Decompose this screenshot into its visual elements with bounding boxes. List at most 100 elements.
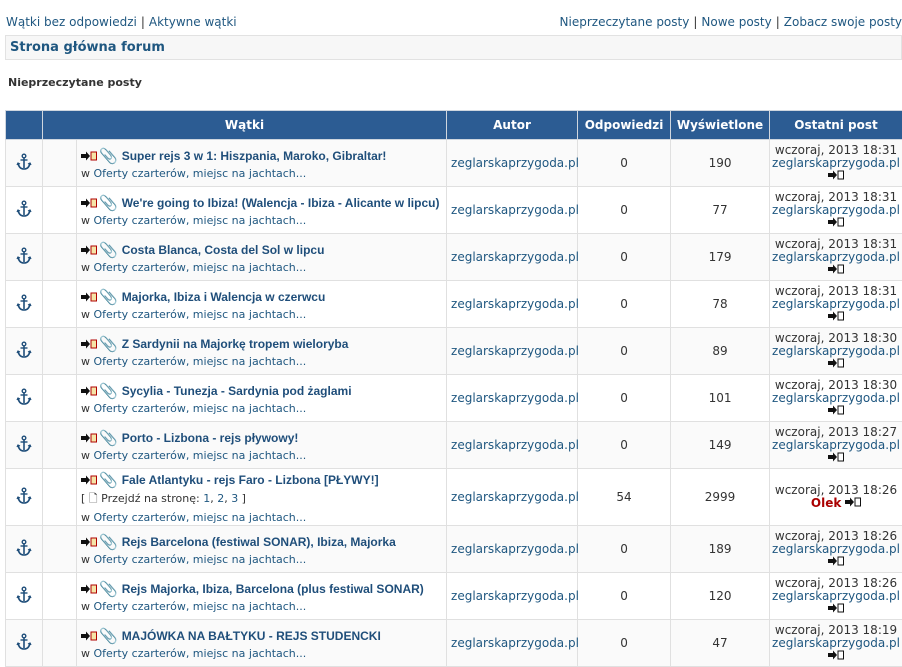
last-post-user-link[interactable]: zeglarskaprzygoda.pl xyxy=(772,438,900,452)
page-link[interactable]: 2 xyxy=(217,492,224,505)
author-link[interactable]: zeglarskaprzygoda.pl xyxy=(451,203,579,217)
topic-title-link[interactable]: Rejs Barcelona (festiwal SONAR), Ibiza, … xyxy=(122,535,396,549)
topic-title-link[interactable]: Fale Atlantyku - rejs Faro - Lizbona [PŁ… xyxy=(122,473,379,487)
view-latest-post-icon[interactable] xyxy=(828,650,844,663)
last-post-user-line: zeglarskaprzygoda.pl xyxy=(770,590,902,603)
last-post-user-link[interactable]: zeglarskaprzygoda.pl xyxy=(772,203,900,217)
forum-link[interactable]: Oferty czarterów, miejsc na jachtach... xyxy=(94,355,307,368)
view-latest-post-icon[interactable] xyxy=(845,497,861,510)
author-link[interactable]: zeglarskaprzygoda.pl xyxy=(451,542,579,556)
last-post-user-link[interactable]: zeglarskaprzygoda.pl xyxy=(772,542,900,556)
new-post-icon[interactable] xyxy=(81,631,97,641)
view-latest-post-icon[interactable] xyxy=(828,264,844,277)
new-post-icon[interactable] xyxy=(81,198,97,208)
author-link[interactable]: zeglarskaprzygoda.pl xyxy=(451,490,579,504)
view-latest-post-icon[interactable] xyxy=(828,603,844,616)
view-latest-post-icon[interactable] xyxy=(828,311,844,324)
last-post-user-link[interactable]: zeglarskaprzygoda.pl xyxy=(772,391,900,405)
new-posts-link[interactable]: Nowe posty xyxy=(701,15,771,29)
topic-icon-cell xyxy=(43,375,77,422)
new-post-icon[interactable] xyxy=(81,292,97,302)
page-link[interactable]: 1 xyxy=(203,492,210,505)
new-post-icon[interactable] xyxy=(81,245,97,255)
forum-link[interactable]: Oferty czarterów, miejsc na jachtach... xyxy=(94,402,307,415)
replies-cell: 0 xyxy=(578,620,671,667)
topic-cell: 📎 Rejs Majorka, Ibiza, Barcelona (plus f… xyxy=(77,573,447,620)
topic-title-link[interactable]: Super rejs 3 w 1: Hiszpania, Maroko, Gib… xyxy=(122,149,387,163)
topic-icon-cell xyxy=(43,234,77,281)
forum-link[interactable]: Oferty czarterów, miejsc na jachtach... xyxy=(94,308,307,321)
topic-title-link[interactable]: Majorka, Ibiza i Walencja w czerwcu xyxy=(122,290,326,304)
unread-posts-link[interactable]: Nieprzeczytane posty xyxy=(560,15,690,29)
page-title: Nieprzeczytane posty xyxy=(8,76,142,89)
author-link[interactable]: zeglarskaprzygoda.pl xyxy=(451,636,579,650)
topic-title-line: 📎 Porto - Lizbona - rejs pływowy! xyxy=(81,429,446,447)
topic-cell: 📎 Rejs Barcelona (festiwal SONAR), Ibiza… xyxy=(77,526,447,573)
active-topics-link[interactable]: Aktywne wątki xyxy=(149,15,237,29)
topic-title-link[interactable]: Rejs Majorka, Ibiza, Barcelona (plus fes… xyxy=(122,582,424,596)
forum-link[interactable]: Oferty czarterów, miejsc na jachtach... xyxy=(94,647,307,660)
last-post-user-link[interactable]: zeglarskaprzygoda.pl xyxy=(772,250,900,264)
new-post-icon[interactable] xyxy=(81,537,97,547)
last-post-user-link[interactable]: zeglarskaprzygoda.pl xyxy=(772,589,900,603)
last-post-user-link[interactable]: zeglarskaprzygoda.pl xyxy=(772,297,900,311)
replies-cell: 0 xyxy=(578,573,671,620)
forum-index-link[interactable]: Strona główna forum xyxy=(10,40,165,55)
author-cell: zeglarskaprzygoda.pl xyxy=(447,526,578,573)
author-link[interactable]: zeglarskaprzygoda.pl xyxy=(451,250,579,264)
new-post-icon[interactable] xyxy=(81,151,97,161)
view-latest-post-icon[interactable] xyxy=(828,452,844,465)
replies-cell: 0 xyxy=(578,187,671,234)
paperclip-icon: 📎 xyxy=(99,582,118,596)
new-post-icon[interactable] xyxy=(81,339,97,349)
topnav-right: Nieprzeczytane posty|Nowe posty|Zobacz s… xyxy=(560,15,902,29)
author-link[interactable]: zeglarskaprzygoda.pl xyxy=(451,589,579,603)
topic-title-link[interactable]: Costa Blanca, Costa del Sol w lipcu xyxy=(122,243,325,257)
view-latest-post-icon[interactable] xyxy=(828,358,844,371)
own-posts-link[interactable]: Zobacz swoje posty xyxy=(784,15,902,29)
author-link[interactable]: zeglarskaprzygoda.pl xyxy=(451,156,579,170)
last-post-user-link[interactable]: zeglarskaprzygoda.pl xyxy=(772,156,900,170)
views-cell: 2999 xyxy=(671,469,770,526)
author-link[interactable]: zeglarskaprzygoda.pl xyxy=(451,297,579,311)
topic-title-line: 📎 Majorka, Ibiza i Walencja w czerwcu xyxy=(81,288,446,306)
views-cell: 189 xyxy=(671,526,770,573)
forum-link[interactable]: Oferty czarterów, miejsc na jachtach... xyxy=(94,511,307,524)
new-post-icon[interactable] xyxy=(81,584,97,594)
forum-link[interactable]: Oferty czarterów, miejsc na jachtach... xyxy=(94,214,307,227)
page-link[interactable]: 3 xyxy=(231,492,238,505)
new-post-icon[interactable] xyxy=(81,386,97,396)
topic-title-link[interactable]: MAJÓWKA NA BAŁTYKU - REJS STUDENCKI xyxy=(122,629,381,643)
view-latest-post-icon[interactable] xyxy=(828,217,844,230)
last-post-user-link[interactable]: zeglarskaprzygoda.pl xyxy=(772,636,900,650)
topic-icon-cell xyxy=(43,140,77,187)
forum-link[interactable]: Oferty czarterów, miejsc na jachtach... xyxy=(94,553,307,566)
forum-prefix: w xyxy=(81,308,90,321)
author-link[interactable]: zeglarskaprzygoda.pl xyxy=(451,391,579,405)
forum-link[interactable]: Oferty czarterów, miejsc na jachtach... xyxy=(94,600,307,613)
topic-status-cell xyxy=(6,469,43,526)
forum-link[interactable]: Oferty czarterów, miejsc na jachtach... xyxy=(94,449,307,462)
new-post-icon[interactable] xyxy=(81,475,97,485)
topic-title-link[interactable]: Z Sardynii na Majorkę tropem wieloryba xyxy=(122,337,349,351)
author-link[interactable]: zeglarskaprzygoda.pl xyxy=(451,344,579,358)
last-post-user-link[interactable]: Olek xyxy=(811,496,841,510)
paperclip-icon: 📎 xyxy=(99,473,118,487)
anchor-icon xyxy=(15,633,33,651)
new-post-icon[interactable] xyxy=(81,433,97,443)
topic-title-link[interactable]: Porto - Lizbona - rejs pływowy! xyxy=(122,431,299,445)
unanswered-topics-link[interactable]: Wątki bez odpowiedzi xyxy=(6,15,137,29)
topic-title-link[interactable]: Sycylia - Tunezja - Sardynia pod żaglami xyxy=(122,384,352,398)
topic-title-link[interactable]: We're going to Ibiza! (Walencja - Ibiza … xyxy=(122,196,440,210)
last-post-user-link[interactable]: zeglarskaprzygoda.pl xyxy=(772,344,900,358)
view-latest-post-icon[interactable] xyxy=(828,405,844,418)
forum-link[interactable]: Oferty czarterów, miejsc na jachtach... xyxy=(94,261,307,274)
author-link[interactable]: zeglarskaprzygoda.pl xyxy=(451,438,579,452)
last-post-user-line: zeglarskaprzygoda.pl xyxy=(770,251,902,264)
replies-cell: 0 xyxy=(578,375,671,422)
view-latest-post-icon[interactable] xyxy=(828,556,844,569)
forum-link[interactable]: Oferty czarterów, miejsc na jachtach... xyxy=(94,167,307,180)
last-post-user-line: zeglarskaprzygoda.pl xyxy=(770,157,902,170)
view-latest-post-icon[interactable] xyxy=(828,170,844,183)
views-cell: 179 xyxy=(671,234,770,281)
